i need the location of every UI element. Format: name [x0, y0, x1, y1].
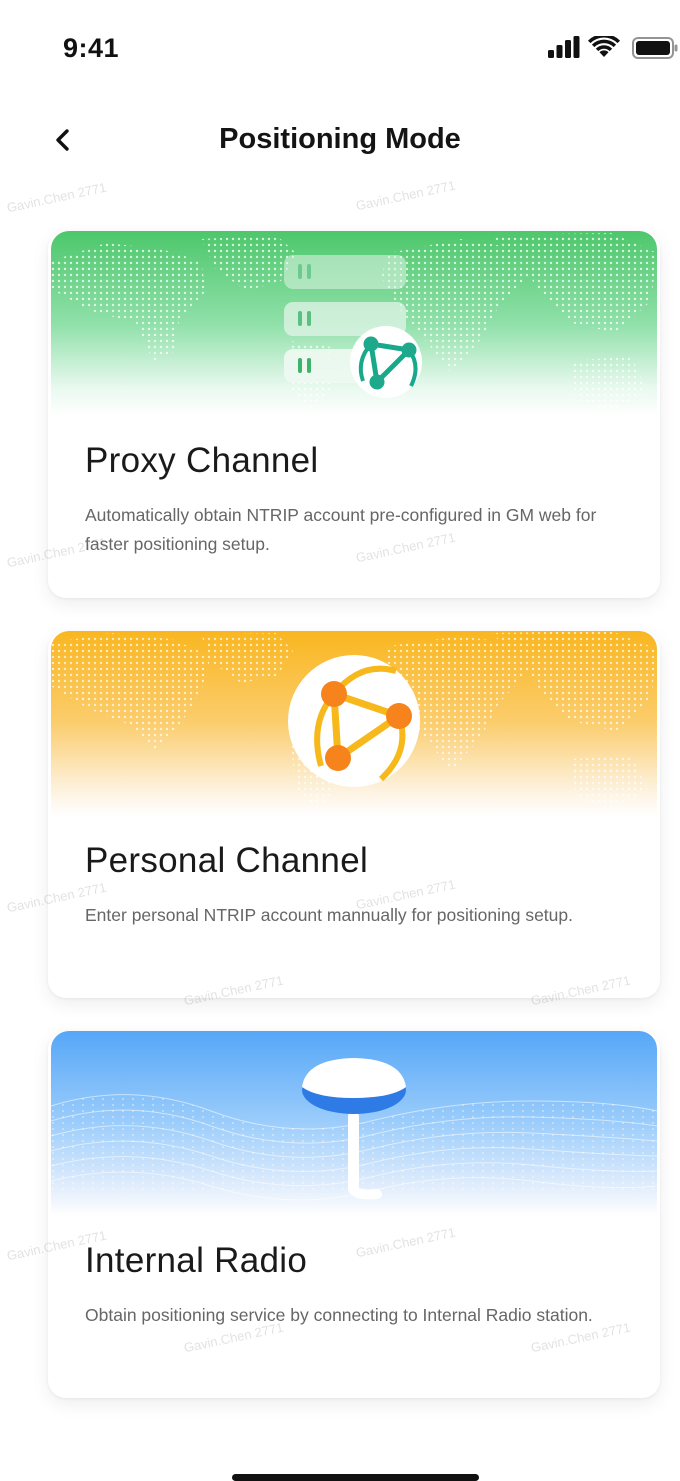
- battery-icon: [632, 37, 678, 59]
- status-icons: [548, 36, 680, 60]
- status-bar: 9:41: [0, 0, 680, 100]
- server-network-icon: [284, 255, 422, 398]
- watermark: Gavin.Chen 2771: [354, 177, 457, 214]
- card-title: Personal Channel: [85, 841, 369, 880]
- card-title: Internal Radio: [85, 1241, 308, 1280]
- home-indicator: [232, 1474, 479, 1481]
- page-title: Positioning Mode: [219, 123, 461, 155]
- watermark: Gavin.Chen 2771: [5, 179, 108, 216]
- card-description: Obtain positioning service by connecting…: [85, 1305, 593, 1325]
- card-title: Proxy Channel: [85, 441, 319, 480]
- personal-channel-banner: [51, 631, 657, 816]
- navigation-bar: Positioning Mode: [0, 105, 680, 175]
- wifi-icon: [588, 36, 620, 57]
- proxy-channel-card[interactable]: Proxy Channel Automatically obtain NTRIP…: [48, 231, 660, 598]
- globe-network-icon: [288, 655, 420, 787]
- card-description: Automatically obtain NTRIP account pre-c…: [85, 505, 597, 554]
- internal-radio-card[interactable]: Internal Radio Obtain positioning servic…: [48, 1031, 660, 1398]
- personal-channel-card[interactable]: Personal Channel Enter personal NTRIP ac…: [48, 631, 660, 998]
- status-time: 9:41: [63, 33, 120, 63]
- card-description: Enter personal NTRIP account mannually f…: [85, 905, 574, 925]
- internal-radio-banner: [51, 1031, 657, 1216]
- cellular-signal-icon: [548, 36, 580, 58]
- proxy-channel-banner: [51, 231, 657, 416]
